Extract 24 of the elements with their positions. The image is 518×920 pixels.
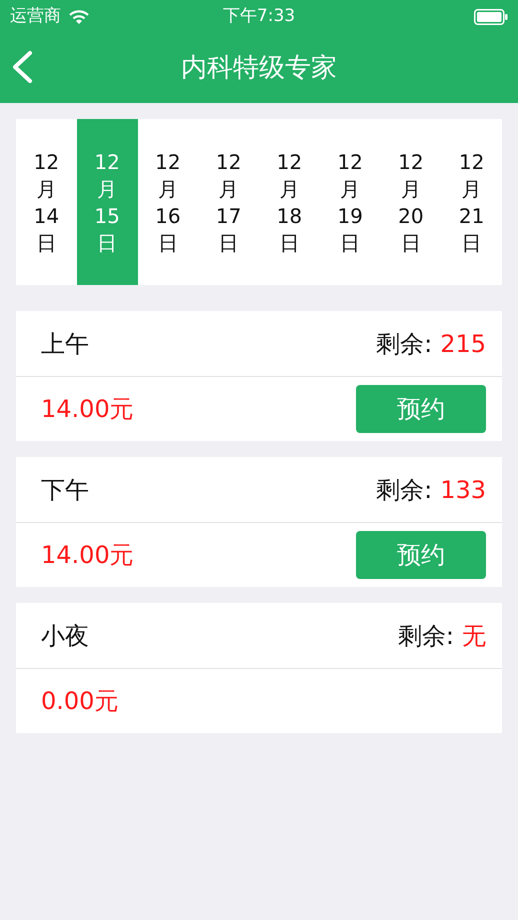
remaining-label: 剩余: xyxy=(398,620,454,652)
page-title: 内科特级专家 xyxy=(181,52,337,85)
price-text: 14.00元 xyxy=(41,394,134,425)
date-tab[interactable]: 12 月 17 日 xyxy=(198,119,259,285)
carrier-name: 运营商 xyxy=(10,5,61,28)
session-name: 小夜 xyxy=(41,620,89,652)
price-text: 14.00元 xyxy=(41,540,134,571)
remaining-label: 剩余: xyxy=(376,474,432,506)
session-name: 上午 xyxy=(41,328,89,360)
price-text: 0.00元 xyxy=(41,686,118,717)
wifi-icon xyxy=(69,10,89,24)
date-tab[interactable]: 12 月 18 日 xyxy=(259,119,320,285)
date-tab[interactable]: 12 月 21 日 xyxy=(441,119,502,285)
date-tab[interactable]: 12 月 19 日 xyxy=(320,119,380,285)
status-time: 下午7:33 xyxy=(222,5,296,28)
remaining-count: 无 xyxy=(462,620,486,652)
date-tab[interactable]: 12 月 14 日 xyxy=(16,119,77,285)
remaining-count: 215 xyxy=(440,328,486,360)
date-tab[interactable]: 12 月 20 日 xyxy=(380,119,442,285)
date-tab[interactable]: 12 月 16 日 xyxy=(138,119,198,285)
remaining-count: 133 xyxy=(440,474,486,506)
session-name: 下午 xyxy=(41,474,89,506)
remaining-label: 剩余: xyxy=(376,328,432,360)
battery-icon xyxy=(474,9,508,25)
